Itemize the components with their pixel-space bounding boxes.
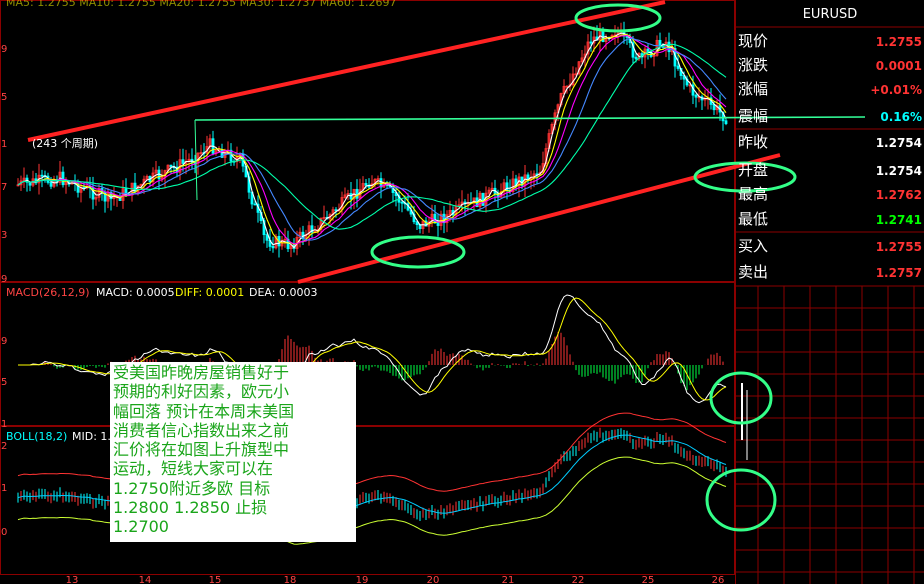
candle-body [253, 203, 257, 206]
quote-label: 最高 [738, 185, 768, 203]
ellipse-boll [705, 468, 777, 532]
quote-label: 开盘 [738, 161, 768, 179]
quote-value: 1.2762 [876, 188, 922, 202]
date-tick: 22 [572, 575, 585, 584]
candle-body [265, 234, 269, 241]
candle-body [481, 192, 485, 206]
highlight-ellipses [370, 3, 797, 532]
quote-symbol: EURUSD [803, 7, 858, 22]
quote-label: 买入 [738, 237, 768, 255]
candle-body [724, 120, 728, 125]
candle-body [61, 171, 65, 186]
quote-value: 1.2754 [876, 164, 922, 178]
macd-value: MACD: 0.0005 [96, 286, 175, 299]
candle-body [433, 213, 437, 224]
date-tick: 25 [642, 575, 655, 584]
price-tick: 9 [1, 44, 7, 55]
note-line: 运动，短线大家可以在 [113, 459, 274, 479]
quote-label: 卖出 [738, 263, 768, 281]
date-tick: 21 [502, 575, 515, 584]
date-tick: 14 [139, 575, 152, 584]
date-tick: 20 [427, 575, 440, 584]
date-tick: 19 [356, 575, 369, 584]
quote-value: 1.2755 [876, 240, 922, 254]
quote-label: 震幅 [738, 107, 768, 125]
quote-label: 现价 [738, 32, 768, 50]
date-tick: 15 [209, 575, 222, 584]
price-tick: 3 [1, 230, 7, 241]
diff-value: DIFF: 0.0001 [175, 286, 244, 299]
quote-label: 最低 [738, 210, 768, 228]
quote-rows: 现价 1.2755 涨跌 0.0001 涨幅 +0.01% 震幅 0.16% 昨收 1.2754 开… [736, 32, 924, 281]
date-tick: 13 [66, 575, 79, 584]
quote-value: 1.2754 [876, 136, 922, 150]
boll-tick: 0 [1, 527, 7, 538]
candle-body [589, 41, 593, 44]
candle-body [169, 164, 173, 168]
candle-body [271, 246, 275, 249]
candle-body [40, 174, 44, 177]
macd-tick: 5 [1, 377, 7, 388]
boll-label: BOLL(18,2) [6, 430, 67, 443]
ma-header: MA5: 1.2755 MA10: 1.2755 MA20: 1.2755 MA… [6, 0, 397, 9]
candlestick-series [16, 21, 728, 258]
quote-value: 1.2755 [876, 35, 922, 49]
note-line: 预期的利好因素，欧元小 [113, 382, 290, 402]
boll-mid: MID: 1. [72, 430, 111, 443]
candle-body [49, 182, 53, 187]
quote-label: 涨幅 [738, 80, 768, 98]
candle-body [436, 222, 440, 226]
candle-body [355, 188, 359, 199]
note-line: 汇价将在如图上升旗型中 [113, 440, 290, 460]
quote-panel-grid [736, 285, 924, 584]
boll-tick: 2 [1, 441, 7, 452]
candle-body [676, 65, 680, 69]
note-line: 1.2700 [113, 517, 169, 537]
candle-body [364, 183, 368, 186]
candle-body [634, 56, 638, 60]
candle-body [181, 159, 185, 164]
analysis-note: 受美国昨晚房屋销售好于 预期的利好因素，欧元小 幅回落 预计在本周末美国 消费者信心指… [110, 362, 356, 542]
candle-body [658, 39, 662, 46]
quote-value: 0.0001 [876, 59, 922, 73]
quote-value: 1.2741 [876, 213, 922, 227]
candle-body [400, 201, 404, 204]
note-line: 1.2800 1.2850 止损 [113, 498, 268, 518]
quote-value: 0.16% [880, 110, 922, 124]
note-line: 幅回落 预计在本周末美国 [113, 401, 295, 421]
price-tick: 5 [1, 92, 7, 103]
price-tick: 9 [1, 274, 7, 285]
ma-line [17, 43, 727, 230]
price-tick: 1 [1, 139, 7, 150]
candle-body [694, 94, 698, 98]
quote-value: 1.2757 [876, 266, 922, 280]
quote-value: +0.01% [870, 83, 922, 97]
macd-tick: 9 [1, 336, 7, 347]
date-tick: 26 [712, 575, 725, 584]
note-line: 消费者信心指数出来之前 [113, 420, 290, 440]
quote-label: 涨跌 [738, 56, 768, 74]
candle-body [334, 209, 338, 212]
note-line: 1.2750附近多欧 目标 [113, 478, 271, 498]
note-line: 受美国昨晚房屋销售好于 [113, 363, 290, 382]
macd-label: MACD(26,12,9) [6, 286, 90, 299]
ma-line [17, 37, 727, 241]
date-tick: 18 [284, 575, 297, 584]
boll-tick: 1 [1, 483, 7, 494]
macd-tick: 1 [1, 419, 7, 430]
period-label: (243 个周期) [32, 137, 98, 150]
quote-label: 昨收 [738, 133, 768, 151]
dea-value: DEA: 0.0003 [249, 286, 317, 299]
price-tick: 7 [1, 182, 7, 193]
